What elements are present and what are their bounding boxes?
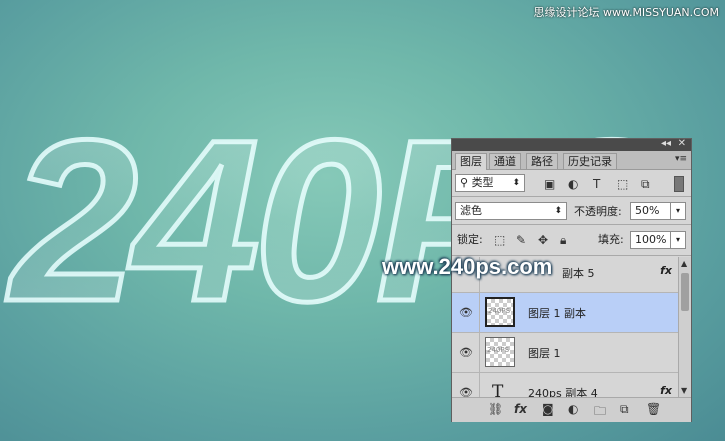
layers-panel: ◂◂ ✕ 图层 通道 路径 历史记录 ▾≡ ⚲ 类型 ⬍ ▣ ◐ T ⬚ ⧉ 滤… (451, 138, 692, 422)
chevron-down-icon[interactable]: ▾ (670, 232, 685, 248)
tab-layers[interactable]: 图层 (455, 153, 487, 170)
panel-tabs: 图层 通道 路径 历史记录 ▾≡ (452, 151, 691, 170)
layer-name: 图层 1 副本 (528, 307, 586, 320)
opacity-value: 50% (635, 204, 660, 217)
layers-toolbar: ⛓︎ fx ◙ ◐ 🗀︎ ⧉ 🗑︎ (452, 397, 691, 422)
layer-thumbnail: 240PS (485, 297, 515, 327)
lock-position-icon[interactable]: ✥ (538, 233, 548, 247)
type-layer-icon: T (492, 382, 504, 397)
blend-mode-select[interactable]: 滤色 ⬍ (455, 202, 567, 220)
eye-column (479, 333, 480, 372)
chevron-updown-icon: ⬍ (512, 178, 520, 188)
fill-input[interactable]: 100% ▾ (630, 231, 686, 249)
lock-brush-icon[interactable]: ✎ (516, 233, 526, 247)
opacity-label: 不透明度: (574, 205, 622, 218)
watermark: www.240ps.com (382, 254, 553, 279)
tab-channels[interactable]: 通道 (489, 153, 521, 169)
collapse-icon[interactable]: ◂◂ (661, 138, 671, 150)
chevron-down-icon[interactable]: ▾ (670, 203, 685, 219)
blend-row: 滤色 ⬍ 不透明度: 50% ▾ (452, 197, 691, 225)
fill-label: 填充: (598, 233, 624, 246)
fx-icon[interactable]: fx (514, 402, 527, 416)
eye-column (479, 293, 480, 332)
scroll-up-icon[interactable]: ▲ (681, 259, 687, 268)
blend-mode-value: 滤色 (460, 204, 482, 217)
layer-name: 图层 1 (528, 347, 561, 360)
layer-name: 副本 5 (562, 267, 595, 280)
filter-row: ⚲ 类型 ⬍ ▣ ◐ T ⬚ ⧉ (452, 171, 691, 197)
tab-history[interactable]: 历史记录 (563, 153, 617, 169)
layer-name: 240ps 副本 4 (528, 387, 598, 397)
panel-titlebar: ◂◂ ✕ (452, 138, 691, 151)
filter-kind-value: 类型 (471, 176, 494, 189)
lock-label: 锁定: (457, 233, 483, 246)
lock-transparency-icon[interactable]: ⬚ (494, 233, 505, 247)
layer-row[interactable]: 👁︎ 240PS 图层 1 (452, 333, 678, 373)
layers-scrollbar[interactable]: ▲ ▼ (678, 257, 691, 397)
thumbnail-text: 240PS (488, 307, 511, 315)
search-icon: ⚲ (460, 176, 472, 189)
type-filter-icon[interactable]: T (593, 177, 600, 191)
fx-icon[interactable]: fx (660, 264, 672, 277)
smartobject-filter-icon[interactable]: ⧉ (641, 177, 650, 191)
opacity-input[interactable]: 50% ▾ (630, 202, 686, 220)
new-layer-icon[interactable]: ⧉ (620, 402, 629, 417)
panel-menu-icon[interactable]: ▾≡ (675, 154, 687, 164)
add-mask-icon[interactable]: ◙ (542, 402, 554, 416)
layer-row[interactable]: 👁︎ T 240ps 副本 4 fx (452, 373, 678, 397)
eye-column (479, 373, 480, 397)
filter-toggle[interactable] (674, 176, 684, 192)
delete-layer-icon[interactable]: 🗑︎ (646, 402, 661, 416)
scroll-down-icon[interactable]: ▼ (681, 386, 687, 395)
eye-icon[interactable]: 👁︎ (459, 346, 473, 359)
fill-value: 100% (635, 233, 667, 246)
thumbnail-text: 240PS (487, 346, 510, 354)
lock-all-icon[interactable]: 🔒︎ (560, 233, 566, 247)
adjustment-layer-icon[interactable]: ◐ (568, 402, 578, 416)
new-group-icon[interactable]: 🗀︎ (594, 402, 606, 423)
tab-paths[interactable]: 路径 (526, 153, 558, 169)
eye-icon[interactable]: 👁︎ (459, 306, 473, 319)
eye-icon[interactable]: 👁︎ (459, 386, 473, 397)
fx-icon[interactable]: fx (660, 384, 672, 397)
scrollbar-thumb[interactable] (681, 273, 689, 311)
image-filter-icon[interactable]: ▣ (544, 177, 555, 191)
layer-thumbnail: 240PS (485, 337, 515, 367)
close-icon[interactable]: ✕ (678, 138, 686, 150)
lock-row: 锁定: ⬚ ✎ ✥ 🔒︎ 填充: 100% ▾ (452, 225, 691, 255)
link-layers-icon[interactable]: ⛓︎ (488, 402, 503, 416)
adjustment-filter-icon[interactable]: ◐ (568, 177, 578, 191)
shape-filter-icon[interactable]: ⬚ (617, 177, 628, 191)
site-credit: 思缘设计论坛 www.MISSYUAN.COM (533, 6, 719, 19)
filter-kind-select[interactable]: ⚲ 类型 ⬍ (455, 174, 525, 192)
chevron-updown-icon: ⬍ (554, 206, 562, 216)
layer-row-selected[interactable]: 👁︎ 240PS 图层 1 副本 (452, 293, 678, 333)
